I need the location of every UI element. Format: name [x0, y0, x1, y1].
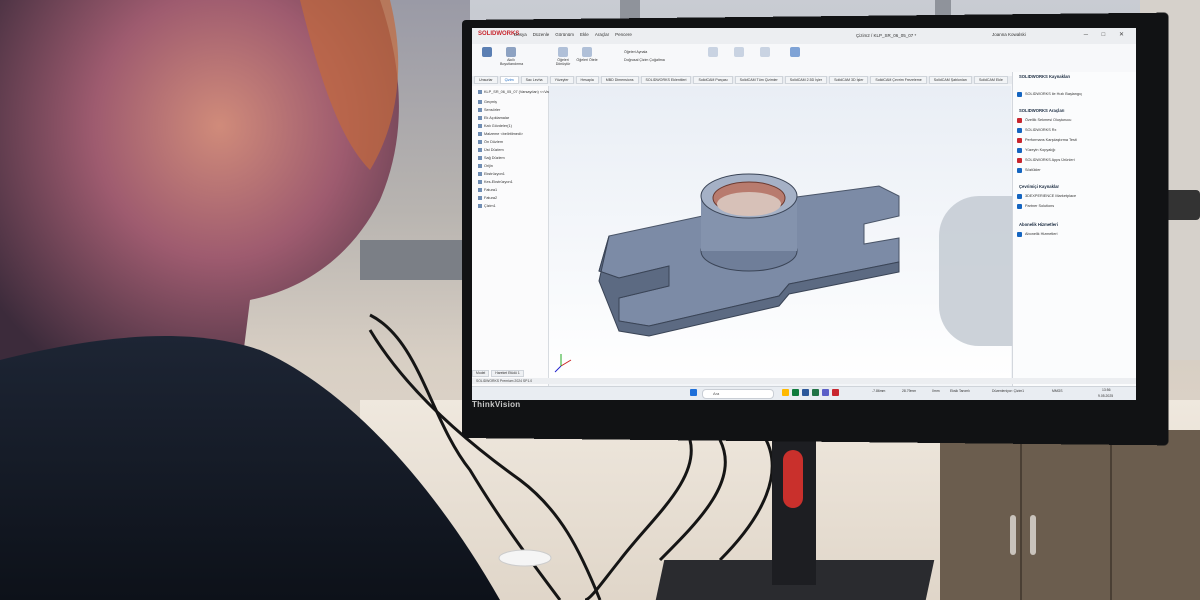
- tool-icon: [1017, 158, 1022, 163]
- taskbar-search[interactable]: Ara: [702, 389, 774, 399]
- excel-icon[interactable]: [812, 389, 819, 396]
- instant-icon: [760, 47, 770, 57]
- window-controls[interactable]: ─ □ ✕: [1084, 31, 1130, 38]
- ribbon-mirror-label[interactable]: Öğeleri Aynala: [624, 50, 647, 54]
- task-pane-title: SOLIDWORKS Kaynakları: [1019, 74, 1071, 79]
- person-head: [0, 0, 500, 600]
- folder-icon[interactable]: [782, 389, 789, 396]
- graphics-area[interactable]: [549, 86, 1136, 378]
- task-pane-link[interactable]: SOLIDWORKS Rx: [1025, 128, 1056, 132]
- menu-item-insert[interactable]: Ekle: [580, 32, 589, 37]
- globe-icon: [1017, 194, 1022, 199]
- tool-icon: [1017, 138, 1022, 143]
- snap-icon: [734, 47, 744, 57]
- tool-icon: [1017, 168, 1022, 173]
- tab-solidcam-3d[interactable]: SolidCAM 3D İşler: [829, 76, 869, 84]
- tab-solidcam-all[interactable]: SolidCAM Tüm Çizimler: [734, 76, 783, 84]
- status-units[interactable]: MMGS: [1052, 389, 1063, 393]
- task-pane-link[interactable]: Yüzeyin Kopyalığı: [1025, 148, 1055, 152]
- task-pane-link[interactable]: Özellik Sekmesi Oluşturucu: [1025, 118, 1071, 122]
- home-icon: [1017, 92, 1022, 97]
- repair-icon: [708, 47, 718, 57]
- status-x: -7.86mm: [872, 389, 886, 393]
- task-pane-link[interactable]: Performans Karşılaştırma Testi: [1025, 138, 1077, 142]
- teams-icon[interactable]: [822, 389, 829, 396]
- ribbon-realview-button[interactable]: [784, 47, 806, 58]
- task-pane: SOLIDWORKS Kaynakları SOLIDWORKS ile Hız…: [1012, 72, 1136, 392]
- tool-icon: [1017, 148, 1022, 153]
- ribbon-quick-snap-button[interactable]: [728, 47, 750, 58]
- menu-item-window[interactable]: Pencere: [615, 32, 632, 37]
- search-placeholder: Ara: [713, 391, 720, 396]
- outlook-icon[interactable]: [802, 389, 809, 396]
- user-name[interactable]: Joanna Kowalski: [992, 32, 1026, 37]
- task-pane-link[interactable]: Sözlükler: [1025, 168, 1041, 172]
- menu-item-tools[interactable]: Araçlar: [595, 32, 609, 37]
- windows-start-icon[interactable]: [690, 389, 697, 396]
- status-z: 0mm: [932, 389, 940, 393]
- status-definition: Eksik Tanımlı: [950, 389, 970, 393]
- tab-solidcam-add[interactable]: SolidCAM Ekle: [973, 76, 1008, 84]
- globe-icon: [1017, 204, 1022, 209]
- tab-solidcam-templates[interactable]: SolidCAM Şablonları: [928, 76, 972, 84]
- photo-scene: ThinkVision SOLIDWORKS Dosya Düzenle Gör…: [0, 0, 1200, 600]
- section-heading: Çevrimiçi Kaynaklar: [1019, 184, 1060, 189]
- task-pane-link[interactable]: Partner Solutions: [1025, 204, 1054, 208]
- status-y: 28.79mm: [902, 389, 917, 393]
- clock-time: 13:56: [1102, 388, 1111, 392]
- part-model: [554, 173, 900, 373]
- solidworks-icon[interactable]: [832, 389, 839, 396]
- task-pane-link[interactable]: SOLIDWORKS ile Hızlı Başlangıç: [1025, 92, 1082, 96]
- monitor-stand-accent: [783, 450, 803, 508]
- document-title: Çizim2 / KLP_SR_06_05_07 *: [856, 33, 917, 38]
- tab-mbd[interactable]: MBD Dimensions: [600, 76, 639, 84]
- offset-icon: [582, 47, 592, 57]
- tab-solidcam-part[interactable]: SolidCAM Parçası: [693, 76, 733, 84]
- status-editing: Düzenleniyor: Çizim1: [992, 389, 1025, 393]
- ribbon-linear-pattern-label[interactable]: Doğrusal Çizim Çoğaltma: [624, 58, 665, 62]
- ribbon-repair-button[interactable]: [702, 47, 724, 58]
- tool-icon: [1017, 118, 1022, 123]
- task-pane-link[interactable]: 3DEXPERIENCE Marketplace: [1025, 194, 1076, 198]
- ribbon-instant-sketch-button[interactable]: [754, 47, 776, 58]
- tool-icon: [1017, 128, 1022, 133]
- subscription-icon: [1017, 232, 1022, 237]
- task-pane-link[interactable]: Abonelik Hizmetleri: [1025, 232, 1058, 236]
- task-pane-link[interactable]: SOLIDWORKS Apps Ürünleri: [1025, 158, 1075, 162]
- tab-addins[interactable]: SOLIDWORKS Eklentileri: [640, 76, 692, 84]
- clock-date: 9.05.2025: [1098, 394, 1114, 398]
- tab-solidcam-turn[interactable]: SolidCAM Çevrim Frezeleme: [870, 76, 927, 84]
- realview-icon: [790, 47, 800, 57]
- section-heading: SOLIDWORKS Araçları: [1019, 108, 1065, 113]
- edge-icon[interactable]: [792, 389, 799, 396]
- tab-solidcam-25d[interactable]: SolidCAM 2.5D İşler: [784, 76, 828, 84]
- section-heading: Abonelik Hizmetleri: [1019, 222, 1058, 227]
